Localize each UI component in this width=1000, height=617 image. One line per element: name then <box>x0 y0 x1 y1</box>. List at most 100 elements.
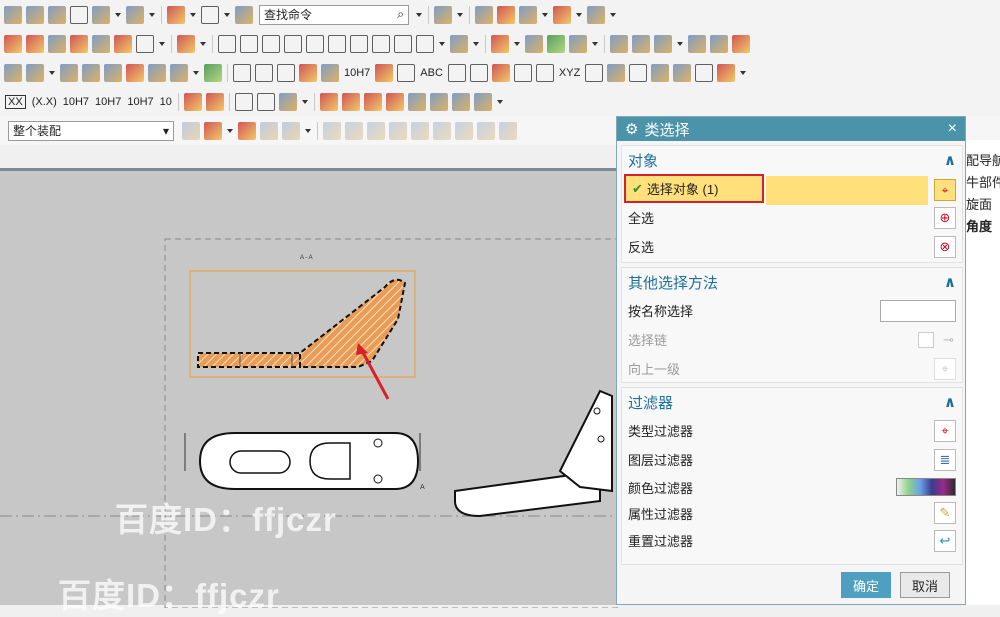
check-icon[interactable] <box>328 34 346 53</box>
search-dropdown[interactable] <box>416 12 422 17</box>
layout-icon[interactable] <box>82 63 100 82</box>
measure-icon[interactable] <box>587 5 605 24</box>
pen-icon[interactable] <box>183 92 202 111</box>
cross-icon[interactable] <box>372 34 390 53</box>
xyz-label[interactable]: XYZ <box>559 67 580 79</box>
format-icon[interactable] <box>167 5 185 24</box>
box-dropdown[interactable] <box>224 12 230 17</box>
return-dropdown[interactable] <box>301 99 308 104</box>
copy-icon[interactable] <box>26 5 44 24</box>
pattern-dropdown[interactable] <box>193 70 199 75</box>
spreadsheet-icon[interactable] <box>710 34 728 53</box>
select-type-dropdown[interactable] <box>227 128 233 133</box>
reset-filter-button[interactable]: ↩ <box>934 529 956 552</box>
stack-icon[interactable] <box>104 63 122 82</box>
break-view-icon[interactable] <box>114 34 132 53</box>
component-icon[interactable] <box>4 63 22 82</box>
centerline-icon[interactable] <box>491 34 509 53</box>
select-filter-icon[interactable] <box>182 121 200 140</box>
view-style-icon[interactable] <box>136 34 154 53</box>
book-icon[interactable] <box>688 34 706 53</box>
invert-selection-row[interactable]: 反选 ⊗ <box>622 232 962 261</box>
crop-icon[interactable] <box>607 63 626 82</box>
color-filter-swatch[interactable] <box>896 478 956 496</box>
paste-icon[interactable] <box>48 5 66 24</box>
type-filter-button[interactable]: ⌖ <box>934 419 956 442</box>
tolerance-10-label[interactable]: 10 <box>160 96 172 108</box>
image-icon[interactable] <box>450 34 468 53</box>
crosshair-icon[interactable] <box>416 34 434 53</box>
image-dropdown[interactable] <box>473 41 479 46</box>
fillet-icon[interactable] <box>385 92 404 111</box>
selection-dropdown[interactable] <box>542 12 548 17</box>
parts-list-dropdown[interactable] <box>677 41 683 46</box>
snap-icon[interactable] <box>553 5 571 24</box>
line-icon[interactable] <box>319 92 338 111</box>
window-icon[interactable] <box>629 63 648 82</box>
collapse-icon[interactable]: ∧ <box>944 273 956 291</box>
view-style-dropdown[interactable] <box>159 41 165 46</box>
hatch-icon[interactable] <box>525 34 543 53</box>
up-one-level-button[interactable]: ⌖ <box>934 357 956 380</box>
sketch-icon[interactable] <box>177 34 195 53</box>
redo-icon[interactable] <box>126 5 144 24</box>
brush-icon[interactable] <box>673 63 692 82</box>
grid-icon[interactable] <box>299 63 317 82</box>
weld-symbol-icon[interactable] <box>284 34 302 53</box>
layer-filter-button[interactable]: ≣ <box>934 448 956 471</box>
cancel-button[interactable]: 取消 <box>900 572 950 598</box>
select-all-row[interactable]: 全选 ⊕ <box>622 203 962 232</box>
tools-icon[interactable] <box>497 5 515 24</box>
dimension-icon[interactable] <box>610 34 628 53</box>
model-icon[interactable] <box>60 63 78 82</box>
sketch-dropdown[interactable] <box>200 41 206 46</box>
square-icon[interactable] <box>585 63 604 82</box>
wave-icon[interactable] <box>717 63 736 82</box>
format-dropdown[interactable] <box>190 12 196 17</box>
help-icon[interactable] <box>732 34 750 53</box>
attribute-filter-button[interactable]: ✎ <box>934 502 956 524</box>
select-type-icon[interactable] <box>204 121 222 140</box>
plus-icon[interactable] <box>477 121 495 140</box>
gear-icon[interactable] <box>695 63 714 82</box>
pie-icon[interactable] <box>535 63 554 82</box>
column-icon[interactable] <box>447 63 466 82</box>
base-view-icon[interactable] <box>26 34 44 53</box>
quadrant-icon[interactable] <box>389 121 407 140</box>
tangent-icon[interactable] <box>367 121 385 140</box>
gd-t-icon[interactable] <box>569 34 587 53</box>
measure-dropdown[interactable] <box>610 12 616 17</box>
select-all-button[interactable]: ⊕ <box>934 206 956 229</box>
width-icon[interactable] <box>397 63 416 82</box>
tolerance-10h7-c-label[interactable]: 10H7 <box>127 96 153 108</box>
fit-dropdown[interactable] <box>457 12 463 17</box>
note-icon[interactable] <box>218 34 236 53</box>
pointer-icon[interactable] <box>260 121 278 140</box>
arrow-icon[interactable] <box>513 63 532 82</box>
midpoint-icon[interactable] <box>345 121 363 140</box>
bom-icon[interactable] <box>126 63 144 82</box>
layer-icon[interactable] <box>475 5 493 24</box>
delete-icon[interactable] <box>70 5 88 24</box>
datum-icon[interactable] <box>306 34 324 53</box>
drawing-sheet-icon[interactable] <box>4 34 22 53</box>
detail-view-icon[interactable] <box>92 34 110 53</box>
title-block-icon[interactable] <box>277 63 295 82</box>
target-icon[interactable] <box>394 34 412 53</box>
tolerance-10h7-a-label[interactable]: 10H7 <box>63 96 89 108</box>
selection-icon[interactable] <box>519 5 537 24</box>
fit-view-icon[interactable] <box>434 5 452 24</box>
circle-icon[interactable] <box>455 121 473 140</box>
angle-icon[interactable] <box>350 34 368 53</box>
assembly-scope-select[interactable]: 整个装配 ▾ <box>8 120 174 141</box>
trim-icon[interactable] <box>429 92 448 111</box>
tolerance-10h7-b-label[interactable]: 10H7 <box>95 96 121 108</box>
snap-point-icon[interactable] <box>238 121 256 140</box>
spline-icon[interactable] <box>363 92 382 111</box>
collapse-icon[interactable]: ∧ <box>944 393 956 411</box>
diameter-alt-icon[interactable] <box>256 92 275 111</box>
tolerance-xx-paren-label[interactable]: (X.X) <box>32 96 57 108</box>
scissors-icon[interactable] <box>4 5 22 24</box>
fit-icon[interactable] <box>375 63 394 82</box>
slash-icon[interactable] <box>499 121 517 140</box>
